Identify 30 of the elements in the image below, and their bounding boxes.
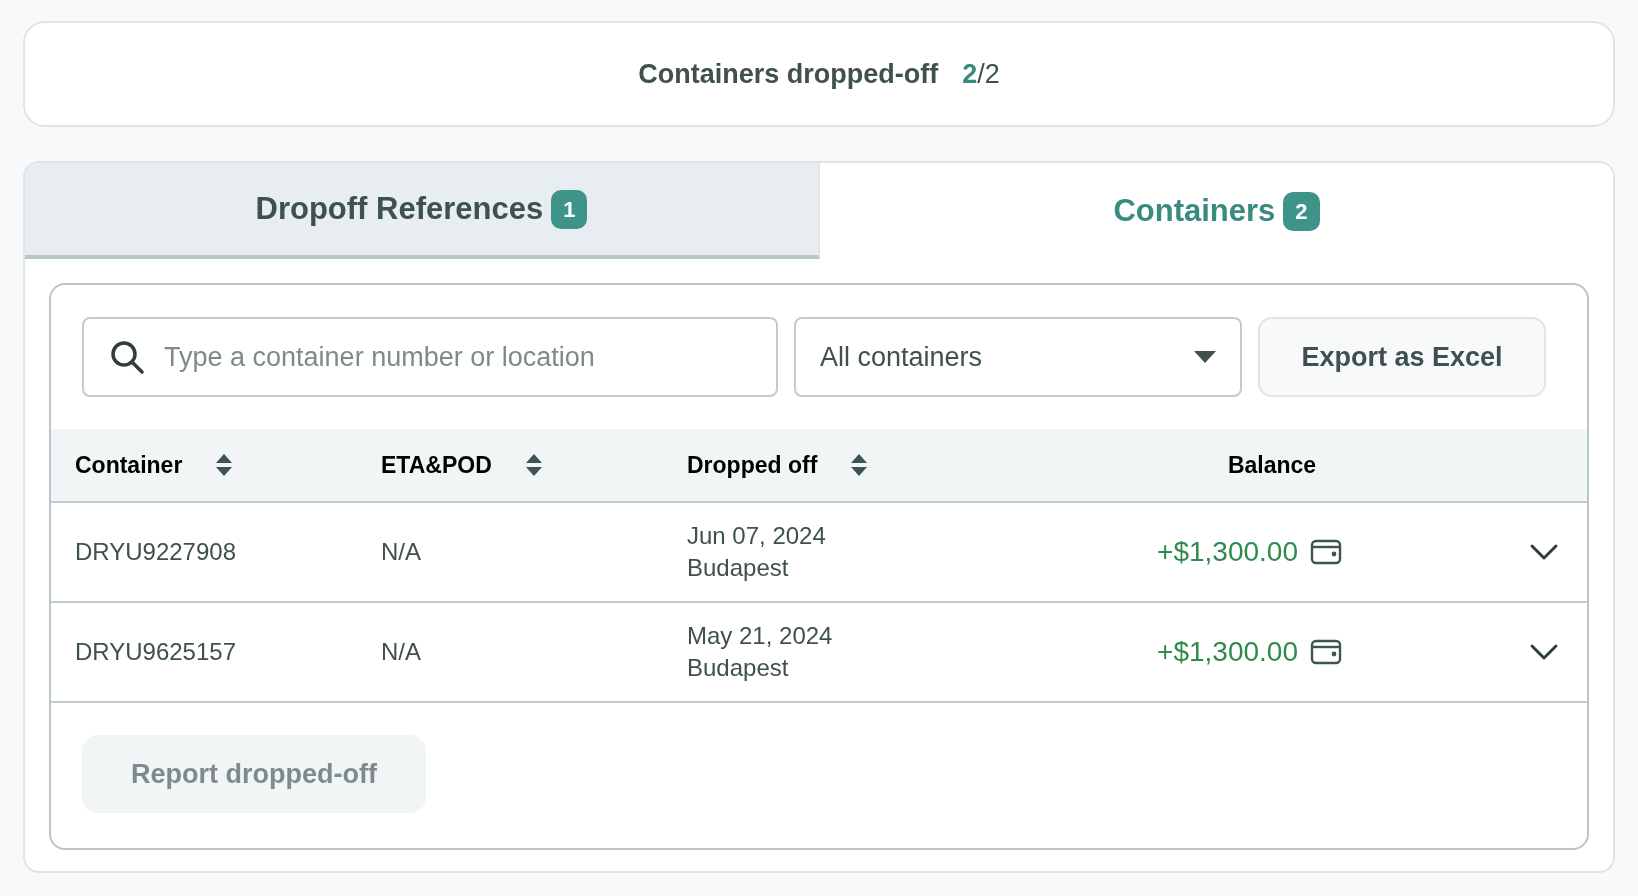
- balance-amount: +$1,300.00: [1157, 535, 1298, 569]
- search-field[interactable]: Type a container number or location: [82, 317, 778, 397]
- table-cell-text: N/A: [381, 637, 422, 667]
- table-cell-text: DRYU9625157: [75, 637, 237, 667]
- table-cell-text: May 21, 2024: [687, 621, 834, 651]
- table-cell-text: Jun 07, 2024: [687, 521, 827, 551]
- table-row[interactable]: DRYU9227908 N/A Jun 07, 2024 Budapest +$1,300.00: [51, 503, 1587, 603]
- table-cell-text: Budapest: [687, 553, 790, 583]
- balance-amount: +$1,300.00: [1157, 635, 1298, 669]
- summary-count: 2/2: [962, 57, 1000, 91]
- table-cell-text: N/A: [381, 537, 422, 567]
- tab[interactable]: Dropoff References 1: [25, 163, 820, 259]
- column-header: ETA&POD: [381, 450, 492, 480]
- column-header: Dropped off: [687, 450, 818, 480]
- wallet-icon: [1310, 538, 1342, 566]
- table-cell-text: Budapest: [687, 653, 790, 683]
- caret-icon: [1194, 351, 1216, 363]
- wallet-icon: [1310, 638, 1342, 666]
- column-header: Container: [75, 450, 183, 480]
- summary-label: Containers dropped-off: [638, 57, 939, 91]
- column-header: Balance: [1227, 450, 1317, 480]
- filter-dropdown[interactable]: All containers: [794, 317, 1242, 397]
- export-button[interactable]: Export as Excel: [1258, 317, 1546, 397]
- table-cell-text: DRYU9227908: [75, 537, 237, 567]
- count-badge: 2: [1283, 191, 1320, 231]
- chevron-icon[interactable]: [1529, 643, 1559, 661]
- table-row[interactable]: DRYU9625157 N/A May 21, 2024 Budapest +$1,300.00: [51, 603, 1587, 703]
- count-badge: 1: [551, 189, 588, 229]
- search-icon: [110, 340, 144, 374]
- chevron-icon[interactable]: [1529, 543, 1559, 561]
